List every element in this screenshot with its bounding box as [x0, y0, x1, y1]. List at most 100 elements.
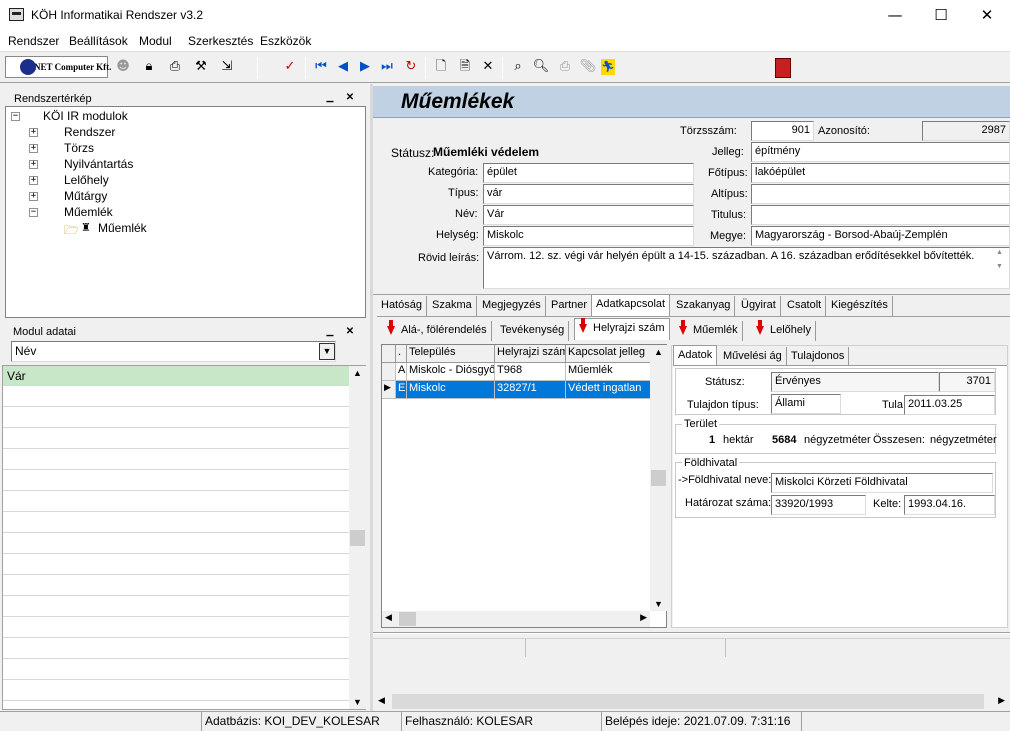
table-cell-selected[interactable]: E: [396, 381, 407, 399]
tree-node-nyilvantartas[interactable]: Nyilvántartás: [64, 157, 133, 171]
tab-megjegyzes[interactable]: Megjegyzés: [478, 296, 546, 316]
refresh-icon[interactable]: ↻: [401, 57, 421, 77]
tula-label: Tula: [882, 399, 903, 411]
torzsszam-field[interactable]: 901: [751, 121, 814, 141]
new-document-icon[interactable]: 🗋: [431, 57, 451, 77]
altipus-field[interactable]: [751, 184, 1010, 204]
table-cell-selected[interactable]: 32827/1: [495, 381, 566, 399]
subtab-lelohely[interactable]: Lelőhely: [752, 319, 816, 341]
tree-node-mutargy[interactable]: Műtárgy: [64, 189, 107, 203]
tree-node-lelohely[interactable]: Lelőhely: [64, 173, 109, 187]
subtab-tevekenyseg[interactable]: Tevékenység: [496, 321, 570, 341]
jelleg-field[interactable]: építmény: [751, 142, 1010, 162]
row-marker: [382, 363, 396, 381]
binoculars-icon[interactable]: ⌕: [508, 57, 528, 77]
tools-icon[interactable]: ⚒: [191, 57, 211, 77]
tab-szakanyag[interactable]: Szakanyag: [672, 296, 736, 316]
modul-panel-title: Modul adatai: [13, 326, 76, 338]
exit-run-icon[interactable]: 🏃︎: [601, 59, 615, 75]
lock-icon[interactable]: 🔒︎: [139, 57, 159, 77]
subtab-muemlek[interactable]: Műemlék: [675, 319, 743, 341]
table-cell[interactable]: Műemlék: [566, 363, 651, 381]
subtab-helyrajzi-szam[interactable]: Helyrajzi szám: [574, 317, 670, 340]
fotipus-field[interactable]: lakóépület: [751, 163, 1010, 183]
table-cell[interactable]: A: [396, 363, 407, 381]
last-record-icon[interactable]: ⏭: [377, 57, 397, 77]
tree-node-torzs[interactable]: Törzs: [64, 141, 94, 155]
next-record-icon[interactable]: ▶: [355, 57, 375, 77]
printer-icon[interactable]: ⎙: [165, 57, 185, 77]
tulajdon-tipus-label: Tulajdon típus:: [687, 399, 759, 411]
tipus-field[interactable]: vár: [483, 184, 694, 204]
foldhivatal-title: Földhivatal: [682, 457, 740, 469]
tab-hatosag[interactable]: Hatóság: [377, 296, 427, 316]
table-cell-selected[interactable]: Miskolc: [407, 381, 495, 399]
edit-document-icon[interactable]: 🗎: [455, 57, 475, 77]
stop-icon[interactable]: [775, 58, 791, 78]
map-panel-close-icon[interactable]: ✕: [344, 92, 356, 104]
export-icon[interactable]: ⇲: [217, 57, 237, 77]
table-cell-selected[interactable]: Védett ingatlan: [566, 381, 651, 399]
print-preview-icon[interactable]: ⎙: [555, 57, 575, 77]
search-icon[interactable]: 🔍︎: [531, 57, 551, 77]
detail-tab-adatok[interactable]: Adatok: [673, 345, 718, 366]
tab-kiegeszites[interactable]: Kiegészítés: [827, 296, 893, 316]
attachment-icon[interactable]: 📎︎: [578, 57, 598, 77]
menu-beallitasok[interactable]: Beállítások: [69, 34, 128, 48]
close-button[interactable]: ✕: [964, 0, 1010, 31]
foldhivatal-nev-field[interactable]: Miskolci Körzeti Földhivatal: [771, 473, 993, 493]
detail-tab-muvelesi-ag[interactable]: Művelési ág: [719, 347, 787, 367]
chevron-down-icon[interactable]: ▼: [319, 343, 335, 360]
tulajdon-tipus-field[interactable]: Állami: [771, 394, 841, 414]
tab-szakma[interactable]: Szakma: [428, 296, 477, 316]
grid-col-telepules[interactable]: Település: [407, 345, 495, 363]
minimize-button[interactable]: —: [872, 0, 918, 31]
modul-grid-scrollbar[interactable]: ▲ ▼: [349, 366, 366, 709]
rovid-scroll-icon[interactable]: ▲ ▼: [996, 249, 1003, 270]
modul-field-select[interactable]: Név: [11, 341, 336, 362]
tab-csatolt[interactable]: Csatolt: [783, 296, 827, 316]
tula-date-field[interactable]: 2011.03.25: [904, 395, 995, 415]
prev-record-icon[interactable]: ◀: [333, 57, 353, 77]
detail-tab-tulajdonos[interactable]: Tulajdonos: [787, 347, 850, 367]
kategoria-field[interactable]: épület: [483, 163, 694, 183]
menu-rendszer[interactable]: Rendszer: [8, 34, 59, 48]
menu-modul[interactable]: Modul: [139, 34, 172, 48]
rovid-leiras-field[interactable]: Várrom. 12. sz. végi vár helyén épült a …: [483, 247, 1010, 289]
titulus-field[interactable]: [751, 205, 1010, 225]
map-panel-minimize-icon[interactable]: ▁: [324, 92, 336, 104]
tab-partner[interactable]: Partner: [547, 296, 593, 316]
grid-col-kapcsolat-jelleg[interactable]: Kapcsolat jelleg: [566, 345, 651, 363]
menu-szerkesztes[interactable]: Szerkesztés: [188, 34, 253, 48]
table-cell[interactable]: Miskolc - Diósgyőr: [407, 363, 495, 381]
first-record-icon[interactable]: ⏮: [311, 57, 331, 77]
form-header: Műemlékek: [373, 86, 1010, 118]
menu-eszkozok[interactable]: Eszközök: [260, 34, 311, 48]
check-icon[interactable]: ✓: [280, 57, 300, 77]
megye-field[interactable]: Magyarország - Borsod-Abaúj-Zemplén: [751, 226, 1010, 246]
tab-ugyirat[interactable]: Ügyirat: [737, 296, 781, 316]
table-cell[interactable]: T968: [495, 363, 566, 381]
subtab-ala-folerendeles[interactable]: Alá-, fölérendelés: [383, 319, 492, 341]
helyrajzi-grid-vscroll[interactable]: ▲ ▼: [650, 345, 667, 611]
helyseg-field[interactable]: Miskolc: [483, 226, 694, 246]
modul-panel-close-icon[interactable]: ✕: [344, 326, 356, 338]
toolbar: NET Computer Kft. ☻ 🔒︎ ⎙ ⚒ ⇲ ✓ ⏮ ◀ ▶ ⏭ ↻…: [0, 51, 1010, 83]
modul-grid-row-selected[interactable]: Vár: [3, 366, 349, 386]
grid-col-helyrajzi-szam[interactable]: Helyrajzi szám: [495, 345, 566, 363]
kelte-field[interactable]: 1993.04.16.: [904, 495, 995, 515]
helyrajzi-grid-hscroll[interactable]: ◀ ▶: [382, 611, 650, 627]
hatarozat-field[interactable]: 33920/1993: [771, 495, 866, 515]
tab-adatkapcsolat[interactable]: Adatkapcsolat: [591, 294, 671, 317]
tree-root[interactable]: KÖI IR modulok: [43, 109, 128, 123]
delete-icon[interactable]: ✕: [478, 57, 498, 77]
page-title: Műemlékek: [401, 90, 515, 113]
main-hscroll[interactable]: ◀ ▶: [375, 693, 1008, 710]
tree-child-muemlek[interactable]: Műemlék: [98, 221, 147, 235]
user-icon[interactable]: ☻: [113, 57, 133, 77]
nev-field[interactable]: Vár: [483, 205, 694, 225]
maximize-button[interactable]: ☐: [918, 0, 964, 31]
modul-panel-minimize-icon[interactable]: ▁: [324, 326, 336, 338]
tree-node-muemlek[interactable]: Műemlék: [64, 205, 113, 219]
tree-node-rendszer[interactable]: Rendszer: [64, 125, 115, 139]
